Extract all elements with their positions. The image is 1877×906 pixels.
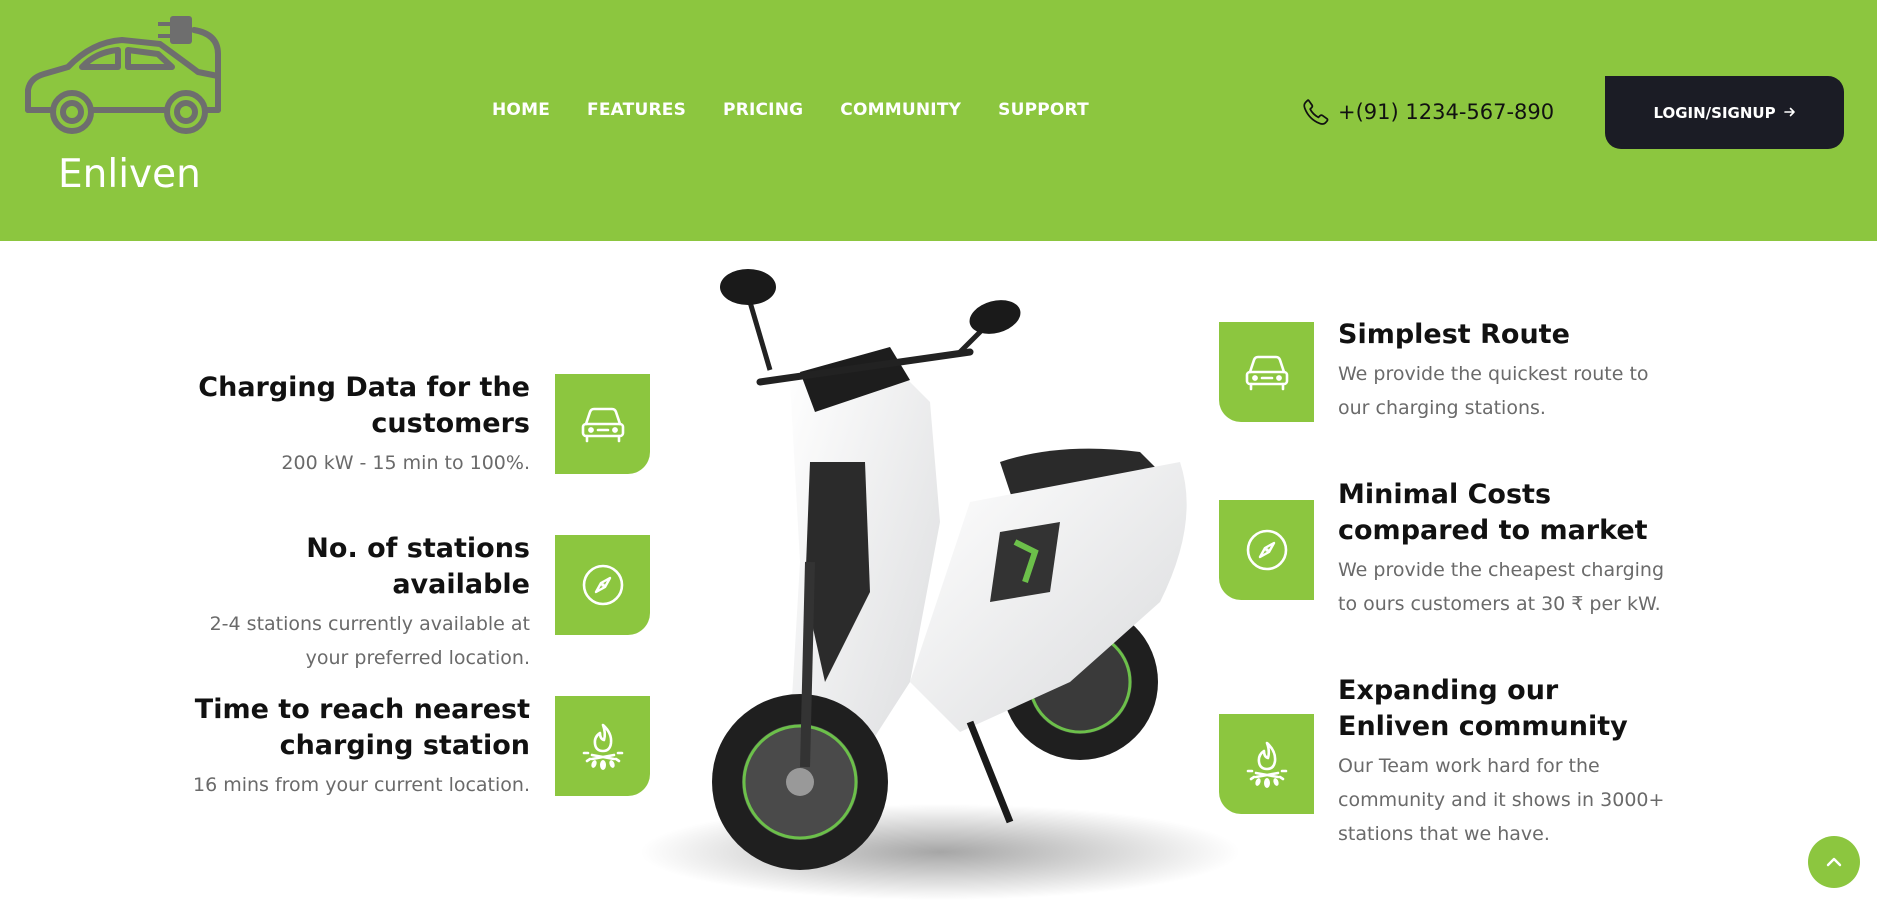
car-icon [1245, 355, 1288, 391]
nav-community[interactable]: COMMUNITY [840, 100, 961, 120]
feature-simplest-route: Simplest Route We provide the quickest r… [1338, 317, 1678, 425]
feature-charging-data: Charging Data for the customers 200 kW -… [180, 370, 530, 480]
feature-icon-box [555, 696, 650, 796]
feature-title: Time to reach nearest charging station [194, 694, 530, 761]
feature-desc: 200 kW - 15 min to 100%. [281, 452, 530, 474]
ev-car-plug-icon [25, 16, 221, 134]
feature-icon-box [555, 535, 650, 635]
phone-number: +(91) 1234-567-890 [1338, 100, 1555, 124]
feature-desc: 2-4 stations currently available at your… [209, 613, 530, 669]
compass-icon [1246, 529, 1287, 571]
chevron-up-icon [1826, 857, 1842, 867]
feature-desc: Our Team work hard for the community and… [1338, 755, 1665, 845]
car-icon [581, 407, 624, 443]
feature-title: Expanding our Enliven community [1338, 675, 1628, 742]
main-nav: HOME FEATURES PRICING COMMUNITY SUPPORT [492, 100, 1089, 120]
scroll-to-top-button[interactable] [1808, 836, 1860, 888]
feature-icon-box [555, 374, 650, 474]
electric-scooter-image [640, 262, 1240, 902]
campfire-icon [582, 723, 623, 770]
feature-time-to-station: Time to reach nearest charging station 1… [180, 692, 530, 802]
feature-desc: We provide the quickest route to our cha… [1338, 363, 1649, 419]
feature-icon-box [1219, 500, 1314, 600]
campfire-icon [1246, 741, 1287, 788]
compass-icon [582, 564, 623, 606]
nav-features[interactable]: FEATURES [587, 100, 686, 120]
login-signup-button[interactable]: LOGIN/SIGNUP [1605, 76, 1844, 149]
feature-minimal-costs: Minimal Costs compared to market We prov… [1338, 477, 1678, 621]
nav-support[interactable]: SUPPORT [998, 100, 1089, 120]
feature-title: No. of stations available [306, 533, 530, 600]
feature-icon-box [1219, 714, 1314, 814]
feature-title: Minimal Costs compared to market [1338, 479, 1648, 546]
brand-logo[interactable]: Enliven [22, 12, 228, 202]
brand-name: Enliven [58, 152, 201, 197]
feature-title: Charging Data for the customers [198, 372, 530, 439]
nav-home[interactable]: HOME [492, 100, 550, 120]
feature-icon-box [1219, 322, 1314, 422]
nav-pricing[interactable]: PRICING [723, 100, 803, 120]
phone-icon [1303, 99, 1329, 125]
feature-desc: 16 mins from your current location. [192, 774, 530, 796]
feature-stations-available: No. of stations available 2-4 stations c… [180, 531, 530, 675]
login-signup-label: LOGIN/SIGNUP [1653, 103, 1776, 122]
feature-title: Simplest Route [1338, 319, 1570, 350]
feature-desc: We provide the cheapest charging to ours… [1338, 559, 1665, 615]
site-header: Enliven HOME FEATURES PRICING COMMUNITY … [0, 0, 1877, 241]
phone-contact[interactable]: +(91) 1234-567-890 [1300, 96, 1554, 128]
feature-expanding-community: Expanding our Enliven community Our Team… [1338, 673, 1678, 851]
arrow-right-icon [1783, 104, 1796, 122]
